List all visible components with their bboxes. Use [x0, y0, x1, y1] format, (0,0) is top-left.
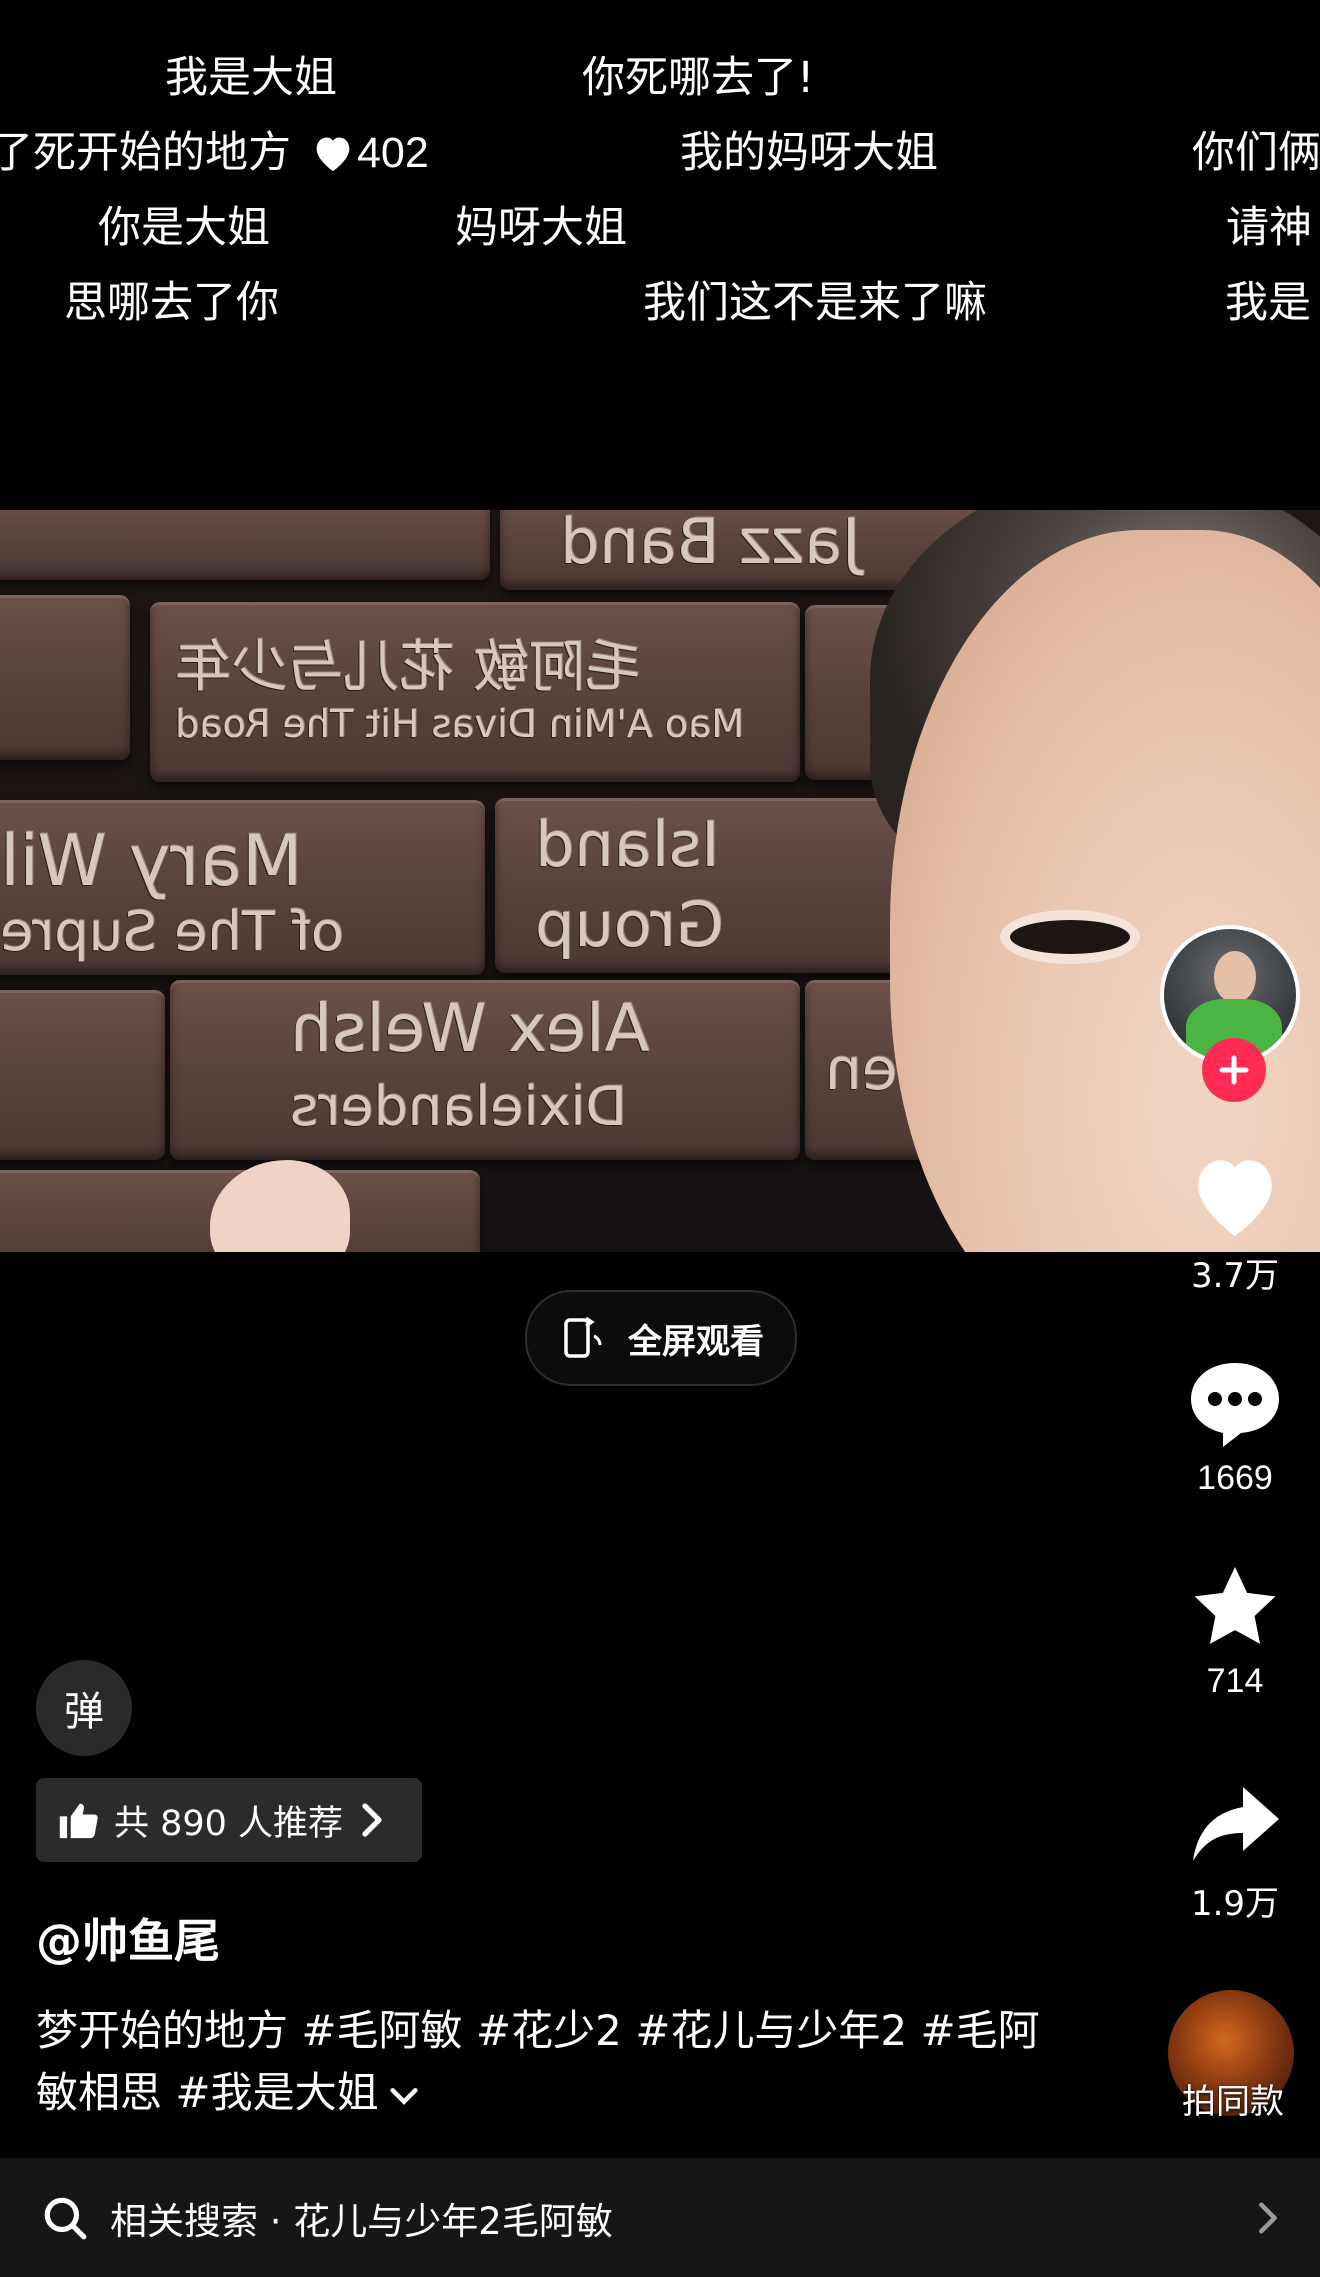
- thumbs-up-icon: [59, 1803, 98, 1839]
- brick: Mary Wil of The Supre: [0, 800, 485, 975]
- recommend-label: 共 890 人推荐: [114, 1803, 344, 1844]
- brick-engraving: of The Supre: [0, 900, 344, 963]
- comment-button[interactable]: 1669: [1150, 1355, 1320, 1498]
- fullscreen-label: 全屏观看: [628, 1321, 764, 1362]
- chevron-right-icon: [1259, 2202, 1277, 2233]
- danmaku-comment-liked: 了死开始的地方 402: [0, 127, 429, 179]
- video-caption: 梦开始的地方 #毛阿敏 #花少2 #花儿与少年2 #毛阿敏相思 #我是大姐: [36, 2000, 1076, 2124]
- avatar-head: [1214, 951, 1256, 1003]
- comment-count: 1669: [1197, 1459, 1273, 1497]
- danmaku-comment: 你死哪去了!: [582, 53, 815, 103]
- music-label[interactable]: 拍同款: [1158, 2074, 1308, 2123]
- video-player[interactable]: Jazz Band 毛阿敏 花儿与少年 Mao A'Min Divas Hit …: [0, 510, 1320, 1252]
- favorite-button[interactable]: 714: [1150, 1560, 1320, 1701]
- brick-engraving: 毛阿敏 花儿与少年: [175, 635, 641, 700]
- comment-icon: [1191, 1363, 1279, 1447]
- hashtag-link[interactable]: #我是大姐: [175, 2068, 378, 2117]
- plus-icon: [1219, 1055, 1249, 1085]
- follow-button[interactable]: [1202, 1038, 1266, 1102]
- danmaku-comment: 你是大姐: [98, 203, 270, 253]
- brick-engraving: Dixielanders: [290, 1075, 627, 1138]
- related-search-label: 相关搜索 · 花儿与少年2毛阿敏: [110, 2199, 613, 2243]
- brick: Alex Welsh Dixielanders: [170, 980, 800, 1160]
- danmaku-comment: 妈呀大姐: [455, 203, 627, 253]
- brick: 毛阿敏 花儿与少年 Mao A'Min Divas Hit The Road: [150, 602, 800, 782]
- brick: [0, 510, 490, 580]
- expand-caption-icon[interactable]: [387, 2084, 421, 2108]
- like-count: 3.7万: [1190, 1256, 1280, 1296]
- danmaku-layer: 我是大姐 你死哪去了! 了死开始的地方 402 我的妈呀大姐 你们俩 你是大姐 妈…: [0, 0, 1320, 340]
- brick-engraving: Island: [535, 808, 720, 881]
- rotate-screen-icon: [564, 1316, 602, 1358]
- author-avatar[interactable]: [1160, 925, 1306, 1102]
- danmaku-comment: 你们俩: [1192, 128, 1320, 178]
- favorite-count: 714: [1206, 1662, 1264, 1700]
- star-icon: [1194, 1567, 1276, 1644]
- brick: [0, 595, 130, 760]
- hashtag-link[interactable]: #毛阿敏: [301, 2006, 462, 2055]
- author-handle[interactable]: @帅鱼尾: [36, 1905, 220, 1971]
- danmaku-like-count: 402: [357, 129, 429, 177]
- caption-text: 梦开始的地方: [36, 2006, 302, 2055]
- hashtag-link[interactable]: #花儿与少年2: [635, 2006, 907, 2055]
- danmaku-toggle-button[interactable]: 弹: [36, 1660, 132, 1756]
- danmaku-toggle-label: 弹: [64, 1689, 104, 1735]
- like-button[interactable]: 3.7万: [1150, 1150, 1320, 1297]
- danmaku-comment: 我是: [1225, 278, 1311, 328]
- danmaku-comment: 我是大姐: [165, 53, 337, 103]
- brick-engraving: Mary Wil: [0, 820, 303, 902]
- brick-engraving: Mao A'Min Divas Hit The Road: [175, 702, 745, 746]
- heart-icon: [1198, 1160, 1272, 1236]
- brick-engraving: Jazz Band: [560, 510, 861, 578]
- related-search-bar[interactable]: 相关搜索 · 花儿与少年2毛阿敏: [0, 2158, 1320, 2277]
- share-arrow-icon: [1193, 1787, 1279, 1861]
- danmaku-text: 了死开始的地方: [0, 128, 291, 178]
- hashtag-link[interactable]: #花少2: [476, 2006, 622, 2055]
- brick-engraving: Group: [535, 888, 724, 961]
- danmaku-comment: 我们这不是来了嘛: [643, 278, 987, 328]
- recommend-pill[interactable]: 共 890 人推荐: [36, 1778, 422, 1862]
- search-icon: [44, 2197, 87, 2239]
- danmaku-comment: 思哪去了你: [64, 278, 279, 328]
- fullscreen-button[interactable]: 全屏观看: [525, 1290, 797, 1386]
- share-count: 1.9万: [1190, 1884, 1280, 1924]
- brick: [0, 990, 165, 1160]
- danmaku-comment: 请神: [1226, 203, 1312, 253]
- heart-icon: [316, 137, 350, 172]
- danmaku-comment: 我的妈呀大姐: [680, 128, 938, 178]
- share-button[interactable]: 1.9万: [1150, 1778, 1320, 1925]
- person-eye: [1010, 920, 1130, 954]
- brick-engraving: Alex Welsh: [290, 990, 650, 1067]
- chevron-right-icon: [362, 1803, 382, 1837]
